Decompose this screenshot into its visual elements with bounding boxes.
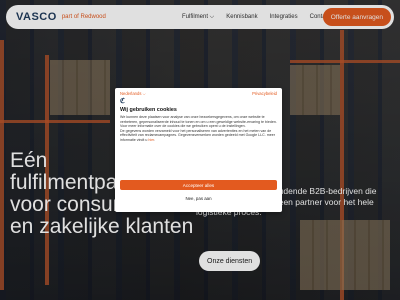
cookie-text: We kunnen deze plaatsen voor analyse van… bbox=[120, 115, 277, 143]
cookie-text-paragraph: We kunnen deze plaatsen voor analyse van… bbox=[120, 115, 277, 129]
language-select[interactable]: Nederlands ⌵ bbox=[120, 91, 146, 96]
more-info-link[interactable]: hier bbox=[148, 138, 154, 142]
cookie-title: Wij gebruiken cookies bbox=[120, 107, 177, 113]
cookie-text-2: De gegevens worden verzameld voor het pe… bbox=[120, 128, 275, 142]
customize-button[interactable]: Nee, pas aan bbox=[120, 194, 277, 203]
cookie-dialog: Nederlands ⌵ Privacybeleid ℭ Wij gebruik… bbox=[115, 88, 282, 212]
cookie-text-paragraph-2: De gegevens worden verzameld voor het pe… bbox=[120, 128, 275, 142]
cookie-logo-icon: ℭ bbox=[120, 98, 125, 105]
privacy-policy-link[interactable]: Privacybeleid bbox=[252, 91, 277, 96]
accept-all-button[interactable]: Accepteer alles bbox=[120, 180, 277, 190]
